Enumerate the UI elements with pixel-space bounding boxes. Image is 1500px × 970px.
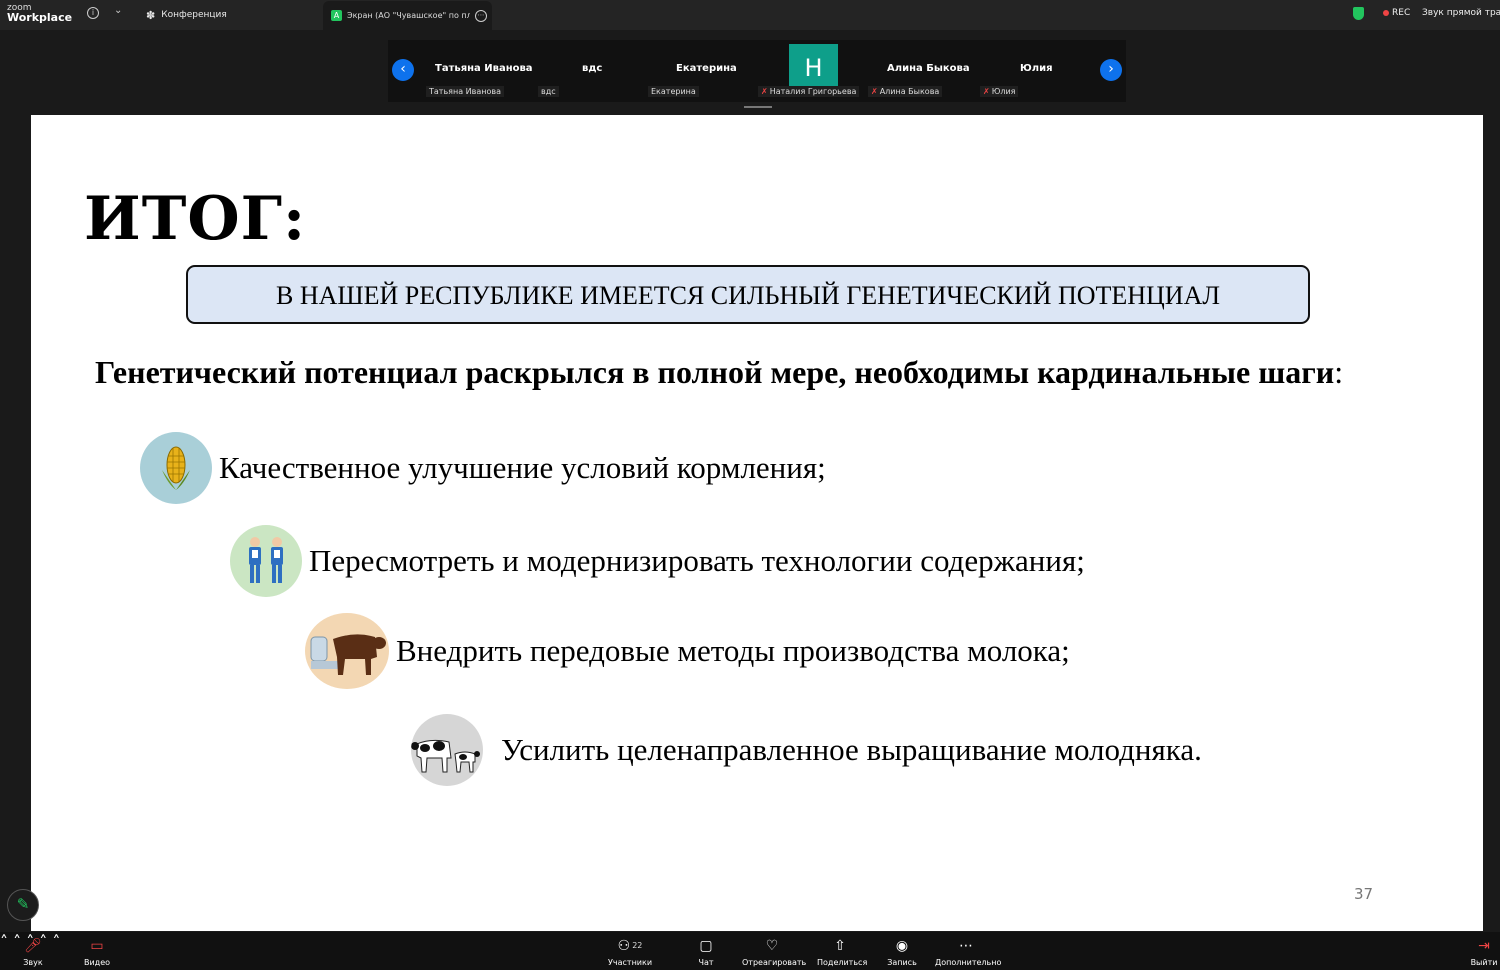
participant-tag-text: Екатерина	[651, 87, 696, 96]
heart-icon: ♡	[765, 938, 779, 954]
bullet-item: Усилить целенаправленное выращивание мол…	[411, 714, 1202, 786]
video-button[interactable]: ▭ Видео	[82, 937, 112, 967]
chat-button[interactable]: ▢ Чат	[694, 937, 718, 967]
more-options-icon[interactable]: ⋯	[475, 9, 487, 22]
info-icon[interactable]: i	[87, 7, 99, 19]
bullet-item: Пересмотреть и модернизировать технологи…	[230, 525, 1085, 597]
tab-conference-label: Конференция	[161, 10, 227, 20]
cow-calf-icon	[411, 714, 483, 786]
slide-subtitle: Генетический потенциал раскрылся в полно…	[95, 354, 1343, 391]
rec-dot-icon	[1383, 10, 1389, 16]
bullet-text: Усилить целенаправленное выращивание мол…	[501, 732, 1202, 767]
participant-tag: Татьяна Иванова	[426, 86, 504, 97]
chevron-right-icon[interactable]: ›	[1100, 59, 1122, 81]
bullet-item: Качественное улучшение условий кормления…	[140, 432, 826, 504]
participant-tile[interactable]: Татьяна Иванова Татьяна Иванова	[422, 40, 533, 102]
tab-screen-share[interactable]: A Экран (АО "Чувашское" по пле ⋯	[323, 1, 492, 30]
rec-label: REC	[1392, 8, 1411, 18]
participants-button[interactable]: ⚇ 22 Участники	[608, 937, 652, 967]
audio-label: Звук	[23, 958, 43, 967]
slide-title: ИТОГ:	[84, 184, 307, 254]
participant-name: Юлия	[1020, 63, 1053, 74]
screen-share-app-icon: A	[331, 10, 342, 21]
leave-button[interactable]: ⇥ Выйти	[1470, 937, 1498, 967]
participant-name: вдс	[582, 63, 603, 74]
participant-tile[interactable]: Алина Быкова ✗ Алина Быкова	[868, 40, 978, 102]
participant-tag-text: Алина Быкова	[879, 87, 940, 96]
participant-strip: ‹ Татьяна Иванова Татьяна Иванова вдс вд…	[388, 40, 1126, 102]
chevron-left-icon[interactable]: ‹	[392, 59, 414, 81]
participant-tile[interactable]: ✗ Наталия Григорьева	[758, 40, 864, 102]
mic-muted-icon: ✗	[983, 87, 990, 96]
bullet-text: Внедрить передовые методы производства м…	[396, 633, 1070, 668]
share-label: Поделиться	[817, 958, 868, 967]
participant-name: Алина Быкова	[887, 63, 970, 74]
participants-icon: ⚇ 22	[617, 938, 643, 954]
share-screen-icon: ⇧	[834, 938, 846, 954]
participant-tile[interactable]: Юлия ✗ Юлия	[980, 40, 1090, 102]
mic-muted-icon: ✗	[871, 87, 878, 96]
leave-icon: ⇥	[1478, 938, 1490, 954]
workers-icon	[230, 525, 302, 597]
mic-muted-icon: ✗	[761, 87, 768, 96]
bullet-text: Пересмотреть и модернизировать технологи…	[309, 543, 1085, 578]
title-bar: zoom Workplace i ⌄ ✽ Конференция A Экран…	[0, 0, 1500, 30]
more-label: Дополнительно	[935, 958, 1002, 967]
slide-banner: В НАШЕЙ РЕСПУБЛИКЕ ИМЕЕТСЯ СИЛЬНЫЙ ГЕНЕТ…	[186, 265, 1310, 324]
participants-count: 22	[632, 941, 643, 950]
video-label: Видео	[83, 958, 111, 967]
participant-tag: Екатерина	[648, 86, 699, 97]
mic-muted-icon: 🎤︎	[24, 938, 42, 954]
chevron-up-icon[interactable]: ˄	[52, 932, 60, 951]
share-button[interactable]: ⇧ Поделиться	[817, 937, 868, 967]
corn-icon	[140, 432, 212, 504]
participants-label: Участники	[608, 958, 653, 967]
recording-indicator: REC	[1383, 8, 1410, 18]
more-button[interactable]: ⋯ Дополнительно	[935, 937, 1002, 967]
video-off-icon: ▭	[90, 938, 104, 954]
participant-name: Татьяна Иванова	[435, 63, 533, 74]
meeting-toolbar: 🎤︎ Звук ˄ ▭ Видео ⚇ 22 Участники ˄ ▢ Чат …	[0, 932, 1500, 970]
chevron-up-icon[interactable]: ˄	[0, 932, 8, 951]
active-page-indicator	[744, 106, 772, 108]
chat-icon: ▢	[699, 938, 713, 954]
chevron-down-icon[interactable]: ⌄	[114, 5, 122, 16]
record-button[interactable]: ◉ Запись	[887, 937, 917, 967]
leave-label: Выйти	[1470, 958, 1498, 967]
react-label: Отреагировать	[742, 958, 807, 967]
participant-tag-text: Татьяна Иванова	[429, 87, 501, 96]
zoom-logo: zoom Workplace	[7, 3, 72, 23]
record-label: Запись	[887, 958, 917, 967]
participant-tag-text: вдс	[541, 87, 556, 96]
participant-tag: ✗ Алина Быкова	[868, 86, 943, 97]
react-button[interactable]: ♡ Отреагировать	[742, 937, 807, 967]
participant-tile[interactable]: Екатерина Екатерина	[646, 40, 756, 102]
shield-icon[interactable]	[1353, 7, 1364, 20]
more-icon: ⋯	[959, 938, 973, 954]
subtitle-colon: :	[1334, 354, 1344, 390]
slide-page-number: 37	[1354, 885, 1374, 903]
shared-screen-slide: ИТОГ: В НАШЕЙ РЕСПУБЛИКЕ ИМЕЕТСЯ СИЛЬНЫЙ…	[31, 115, 1483, 931]
paw-icon: ✽	[146, 8, 156, 22]
audio-button[interactable]: 🎤︎ Звук	[18, 937, 48, 967]
tab-conference[interactable]: ✽ Конференция	[146, 6, 227, 24]
cow-milking-icon	[305, 613, 389, 689]
annotate-pen-icon[interactable]: ✎	[7, 889, 39, 921]
bullet-text: Качественное улучшение условий кормления…	[219, 450, 826, 485]
participant-tile[interactable]: вдс вдс	[534, 40, 638, 102]
subtitle-text: Генетический потенциал раскрылся в полно…	[95, 354, 1335, 390]
tab-screen-label: Экран (АО "Чувашское" по пле	[347, 11, 470, 20]
participant-tag: вдс	[538, 86, 559, 97]
participant-tag-text: Юлия	[991, 87, 1016, 96]
live-stream-audio-label[interactable]: Звук прямой трансляции	[1422, 8, 1500, 18]
logo-large-text: Workplace	[7, 11, 73, 24]
bullet-item: Внедрить передовые методы производства м…	[305, 613, 1070, 689]
chat-label: Чат	[698, 958, 714, 967]
participant-tag: ✗ Наталия Григорьева	[758, 86, 860, 97]
participant-tag-text: Наталия Григорьева	[769, 87, 857, 96]
participant-name: Екатерина	[676, 63, 737, 74]
participant-tag: ✗ Юлия	[980, 86, 1019, 97]
record-icon: ◉	[895, 938, 909, 954]
